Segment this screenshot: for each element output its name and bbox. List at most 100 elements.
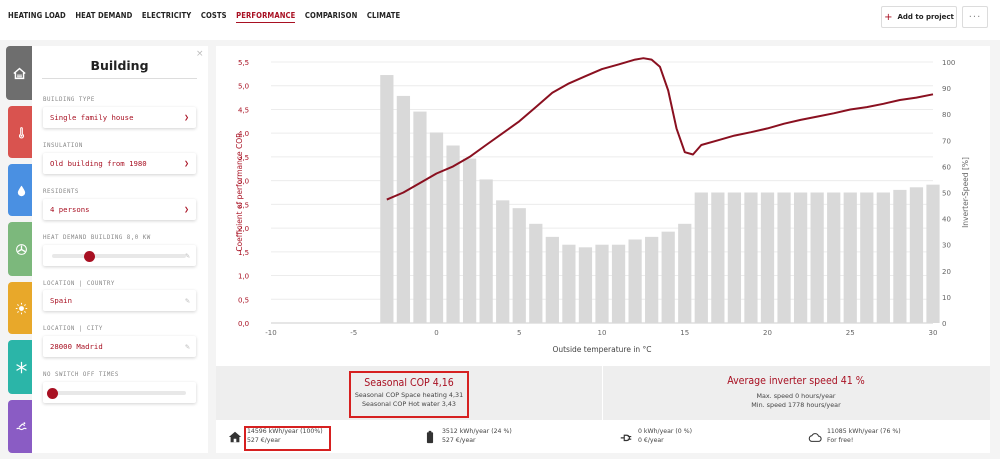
inverter-speed-bar [545, 236, 559, 323]
insulation-select[interactable]: Old building from 1980 ❯ [43, 153, 196, 174]
highlight-total-box [244, 426, 331, 451]
residents-value: 4 persons [50, 205, 90, 214]
tab-comparison[interactable]: COMPARISON [305, 11, 357, 23]
tab-costs[interactable]: COSTS [201, 11, 227, 23]
country-label: LOCATION | COUNTRY [43, 281, 115, 287]
inverter-speed-bar [777, 192, 791, 323]
y-right-axis-label: Inverter-Speed [%] [961, 157, 970, 228]
water-drop-icon [17, 185, 25, 196]
y-right-tick-label: 20 [942, 268, 951, 276]
sidebar-tab-building[interactable] [6, 46, 32, 100]
switch-off-slider-knob[interactable] [46, 388, 58, 399]
inverter-speed-bar [827, 192, 841, 323]
inverter-speed-bar [744, 192, 758, 323]
heat-demand-slider-knob[interactable] [84, 251, 96, 262]
x-tick-label: 0 [434, 329, 438, 337]
y-right-tick-label: 30 [942, 242, 951, 250]
energy-item-environment: 11085 kWh/year (76 %) For free! [808, 420, 901, 453]
chevron-down-icon: ❯ [184, 205, 189, 214]
cloud-icon [808, 432, 822, 442]
inverter-speed-bar [529, 223, 543, 323]
y-right-tick-label: 50 [942, 190, 951, 198]
pencil-icon[interactable]: ✎ [185, 342, 190, 351]
seasonal-cop-hot-water: Seasonal COP Hot water 3,43 [361, 400, 456, 408]
battery-icon [426, 430, 434, 443]
inverter-speed-bar [909, 187, 924, 323]
close-icon[interactable]: × [196, 49, 204, 59]
inverter-max-speed: Max. speed 0 hours/year [756, 392, 836, 400]
energy-environment-kwh: 11085 kWh/year (76 %) [827, 428, 901, 435]
inverter-speed-bar [760, 192, 775, 323]
y-right-tick-label: 80 [942, 111, 951, 119]
sidebar-tab-pool[interactable] [8, 400, 34, 453]
sidebar-tab-cooling[interactable] [8, 340, 34, 394]
insulation-label: INSULATION [43, 143, 83, 149]
y-right-tick-label: 100 [942, 59, 955, 67]
y-left-tick-label: 4,5 [238, 106, 249, 114]
tab-performance[interactable]: PERFORMANCE [236, 11, 296, 23]
energy-item-electricity: 3512 kWh/year (24 %) 527 €/year [423, 420, 512, 453]
seasonal-cop-box: Seasonal COP 4,16 Seasonal COP Space hea… [349, 371, 469, 418]
y-left-tick-label: 5,5 [238, 59, 249, 67]
sidebar-tab-ventilation[interactable] [8, 222, 34, 276]
switch-off-slider-track[interactable] [52, 391, 186, 395]
sidebar-tab-heating[interactable] [8, 106, 34, 158]
sidebar-tab-solar[interactable] [8, 282, 34, 334]
residents-label: RESIDENTS [43, 189, 79, 195]
seasonal-cop-title: Seasonal COP 4,16 [364, 377, 454, 389]
seasonal-cop-heating: Seasonal COP Space heating 4,31 [354, 391, 464, 399]
inverter-speed-bar [926, 184, 940, 323]
snowflake-icon [15, 361, 27, 373]
inverter-speed-bar [860, 192, 874, 323]
energy-environment-cost: For free! [827, 436, 854, 444]
country-field[interactable]: Spain ✎ [43, 290, 196, 311]
add-to-project-button[interactable]: + Add to project [881, 6, 957, 28]
heat-demand-slider-track[interactable] [52, 254, 186, 258]
chevron-down-icon: ❯ [184, 113, 189, 122]
sun-icon [15, 302, 27, 314]
tab-electricity[interactable]: ELECTRICITY [142, 11, 191, 23]
thermometer-icon [18, 126, 24, 139]
add-to-project-label: Add to project [897, 13, 954, 21]
inverter-speed-bar [562, 244, 576, 323]
y-left-tick-label: 1,0 [238, 273, 249, 281]
x-tick-label: 5 [517, 329, 521, 337]
x-tick-label: -5 [350, 329, 357, 337]
tab-climate[interactable]: CLIMATE [367, 11, 400, 23]
tab-heat-demand[interactable]: HEAT DEMAND [75, 11, 132, 23]
inverter-speed-bar [462, 158, 477, 323]
inverter-speed-bar [893, 189, 907, 323]
inverter-speed-bar [711, 192, 725, 323]
inverter-speed-bar [661, 231, 675, 323]
y-right-tick-label: 90 [942, 85, 951, 93]
energy-item-grid: 0 kWh/year (0 %) 0 €/year [619, 420, 692, 453]
fan-icon [15, 243, 27, 255]
inverter-speed-bar [843, 192, 857, 323]
inverter-speed-bar [810, 192, 824, 323]
inverter-speed-bar [479, 179, 493, 323]
tab-heating-load[interactable]: HEATING LOAD [8, 11, 66, 23]
pencil-icon[interactable]: ✎ [185, 296, 190, 305]
city-field[interactable]: 28000 Madrid ✎ [43, 336, 196, 357]
pool-icon [15, 422, 27, 431]
switch-off-label: NO SWITCH OFF TIMES [43, 372, 119, 378]
energy-grid-kwh: 0 kWh/year (0 %) [638, 428, 692, 435]
country-value: Spain [50, 296, 72, 305]
performance-chart: 0,0 0,5 1,0 1,5 2,0 2,5 3,0 3,5 4,0 4,5 5,0 5,5 0 10 2… [216, 46, 990, 366]
y-right-tick-label: 60 [942, 163, 951, 171]
city-label: LOCATION | CITY [43, 326, 103, 332]
y-right-tick-label: 10 [942, 294, 951, 302]
building-type-value: Single family house [50, 113, 134, 122]
inverter-speed-bar [396, 95, 411, 324]
insulation-value: Old building from 1980 [50, 159, 147, 168]
energy-grid-cost: 0 €/year [638, 436, 664, 444]
house-roof-icon [12, 67, 26, 79]
plug-icon [620, 434, 632, 441]
more-options-button[interactable]: ··· [962, 6, 988, 28]
y-left-axis-label: Coefficient of performance COP [235, 133, 244, 252]
residents-select[interactable]: 4 persons ❯ [43, 199, 196, 220]
sidebar-tab-hot-water[interactable] [8, 164, 34, 216]
building-type-select[interactable]: Single family house ❯ [43, 107, 196, 128]
plus-icon: + [884, 11, 893, 23]
cop-chart-svg: 0,00,51,01,52,02,53,03,54,04,55,05,50102… [235, 57, 970, 354]
